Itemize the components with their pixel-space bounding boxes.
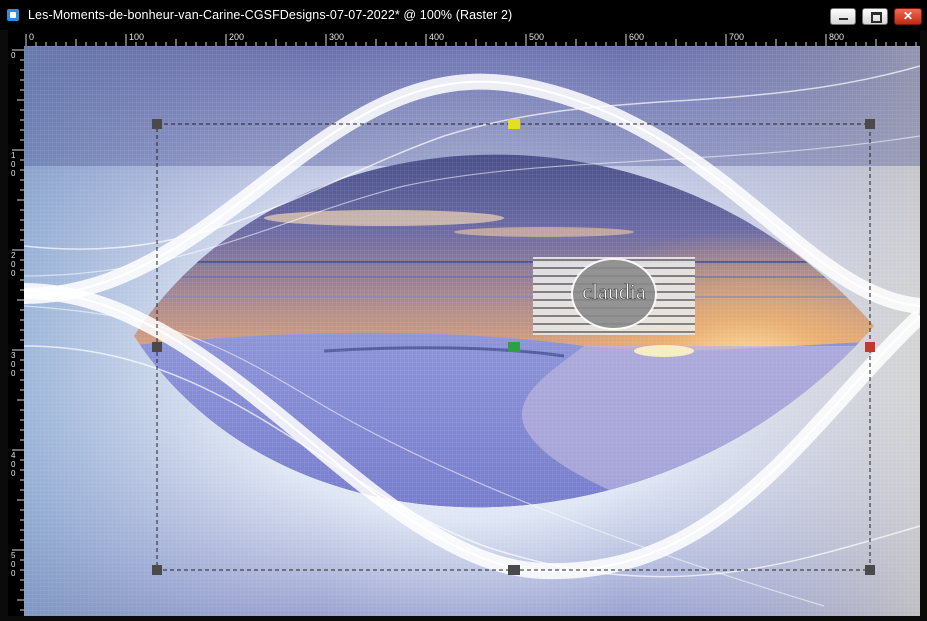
ruler-label: 0 bbox=[11, 160, 16, 169]
ruler-label: 0 bbox=[11, 360, 16, 369]
ruler-label: 0 bbox=[11, 469, 16, 478]
ruler-label: 0 bbox=[11, 460, 16, 469]
canvas-artwork: claudia bbox=[24, 46, 920, 616]
ruler-label: 500 bbox=[529, 32, 544, 42]
image-window: Les-Moments-de-bonheur-van-Carine-CGSFDe… bbox=[0, 0, 927, 621]
horizontal-ruler[interactable]: 0 100 200 300 400 500 600 700 800 bbox=[24, 30, 920, 46]
ruler-label: 0 bbox=[11, 569, 16, 578]
ruler-label: 5 bbox=[11, 551, 16, 560]
ruler-label: 0 bbox=[29, 32, 34, 42]
handle-bottom-center[interactable] bbox=[508, 565, 520, 575]
image-canvas[interactable]: claudia bbox=[24, 46, 920, 616]
ruler-label: 200 bbox=[229, 32, 244, 42]
handle-top-left[interactable] bbox=[152, 119, 162, 129]
ruler-label: 0 bbox=[11, 560, 16, 569]
vertical-ruler[interactable]: 0100200300400500 bbox=[8, 46, 24, 616]
window-title: Les-Moments-de-bonheur-van-Carine-CGSFDe… bbox=[28, 8, 513, 22]
ruler-label: 400 bbox=[429, 32, 444, 42]
minimize-button[interactable] bbox=[830, 8, 856, 25]
vertical-ruler-scale: 0100200300400500 bbox=[11, 49, 24, 611]
ruler-label: 0 bbox=[11, 169, 16, 178]
watermark-logo: claudia bbox=[533, 257, 695, 335]
ruler-label: 700 bbox=[729, 32, 744, 42]
title-bar[interactable]: Les-Moments-de-bonheur-van-Carine-CGSFDe… bbox=[0, 0, 927, 30]
ruler-corner bbox=[8, 30, 24, 46]
ruler-label: 300 bbox=[329, 32, 344, 42]
ruler-label: 2 bbox=[11, 251, 16, 260]
pivot-handle[interactable] bbox=[508, 342, 520, 352]
handle-bottom-right[interactable] bbox=[865, 565, 875, 575]
ruler-label: 0 bbox=[11, 51, 16, 60]
ruler-label: 600 bbox=[629, 32, 644, 42]
ruler-label: 800 bbox=[829, 32, 844, 42]
close-button[interactable] bbox=[894, 8, 922, 25]
ruler-label: 1 bbox=[11, 151, 16, 160]
ruler-label: 0 bbox=[11, 369, 16, 378]
watermark-text: claudia bbox=[582, 279, 646, 304]
ruler-label: 4 bbox=[11, 451, 16, 460]
handle-top-center[interactable] bbox=[508, 119, 520, 129]
handle-top-right[interactable] bbox=[865, 119, 875, 129]
handle-right-center[interactable] bbox=[865, 342, 875, 352]
ruler-label: 0 bbox=[11, 269, 16, 278]
handle-bottom-left[interactable] bbox=[152, 565, 162, 575]
ruler-label: 100 bbox=[129, 32, 144, 42]
paint-app-icon bbox=[7, 9, 19, 21]
horizontal-ruler-scale: 0 100 200 300 400 500 600 700 800 bbox=[25, 32, 917, 46]
handle-left-center[interactable] bbox=[152, 342, 162, 352]
maximize-button[interactable] bbox=[862, 8, 888, 25]
ruler-label: 3 bbox=[11, 351, 16, 360]
ruler-label: 0 bbox=[11, 260, 16, 269]
